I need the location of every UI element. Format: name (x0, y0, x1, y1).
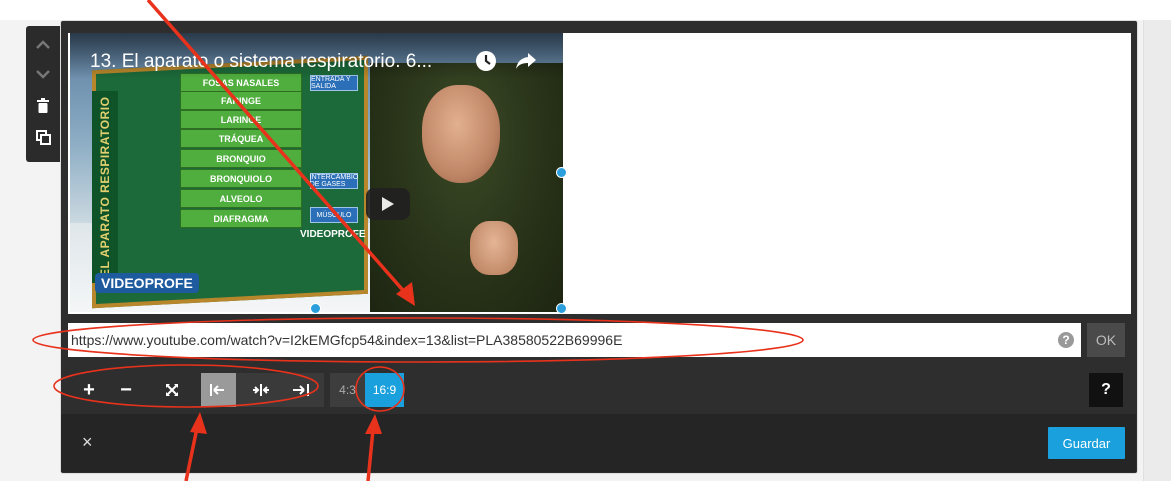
trash-icon (37, 97, 49, 113)
board-heading: EL APARATO RESPIRATORIO (92, 91, 118, 283)
board-logo: VIDEOPROFE (300, 229, 366, 240)
close-button[interactable]: × (82, 432, 93, 453)
watch-later-icon[interactable] (475, 50, 497, 72)
ratio-4-3-button[interactable]: 4:3 (330, 373, 365, 407)
right-scroll-area[interactable] (1143, 20, 1171, 481)
chevron-down-icon (36, 70, 50, 79)
url-row: ? OK (68, 323, 1131, 357)
duplicate-button[interactable] (26, 122, 60, 152)
board-item: TRÁQUEA (180, 129, 302, 148)
ok-button[interactable]: OK (1087, 323, 1125, 357)
move-down-button[interactable] (26, 59, 60, 89)
align-left-button[interactable] (201, 373, 236, 407)
delete-button[interactable] (26, 90, 60, 120)
board-item: ALVEOLO (180, 189, 302, 208)
help-circle-icon[interactable]: ? (1058, 332, 1074, 348)
zoom-in-button[interactable]: + (74, 373, 104, 407)
block-side-tools (26, 26, 60, 162)
align-right-icon (292, 384, 309, 396)
resize-handle-corner[interactable] (556, 303, 567, 314)
presenter-hand (470, 221, 518, 275)
video-title[interactable]: 13. El aparato o sistema respiratorio. 6… (90, 51, 432, 73)
copy-icon (35, 129, 51, 145)
save-button[interactable]: Guardar (1048, 427, 1125, 459)
editor-footer (61, 414, 1136, 472)
align-center-button[interactable] (243, 373, 278, 407)
board-tag: INTERCAMBIO DE GASES (309, 173, 359, 189)
presenter-head (422, 85, 500, 183)
board-tag: MÚSCULO (310, 207, 358, 223)
share-icon[interactable] (514, 51, 538, 71)
chevron-up-icon (36, 40, 50, 49)
video-url-input[interactable] (68, 323, 1081, 357)
ratio-16-9-button[interactable]: 16:9 (365, 373, 404, 407)
align-center-icon (252, 384, 269, 396)
youtube-video-preview[interactable]: EL APARATO RESPIRATORIO FOSAS NASALES FA… (70, 33, 563, 312)
align-right-button[interactable] (282, 373, 317, 407)
video-toolbar: + − 4:3 16:9 ? (68, 373, 1131, 407)
board-item: BRONQUIO (180, 149, 302, 168)
align-left-icon (210, 384, 224, 396)
zoom-out-button[interactable]: − (111, 373, 141, 407)
play-button[interactable] (366, 188, 410, 220)
move-up-button[interactable] (26, 30, 60, 60)
board-item: BRONQUIOLO (180, 169, 302, 188)
videoprofe-logo: VIDEOPROFE (95, 273, 199, 293)
expand-icon (166, 384, 178, 396)
board-item: LARINGE (180, 110, 302, 129)
resize-handle-right[interactable] (556, 167, 567, 178)
top-strip (0, 0, 1171, 20)
board-item: DIAFRAGMA (180, 209, 302, 228)
resize-handle-bottom[interactable] (310, 303, 321, 314)
fullwidth-button[interactable] (157, 373, 187, 407)
play-icon (382, 197, 394, 211)
board-item: FARINGE (180, 91, 302, 110)
help-button[interactable]: ? (1089, 373, 1123, 407)
